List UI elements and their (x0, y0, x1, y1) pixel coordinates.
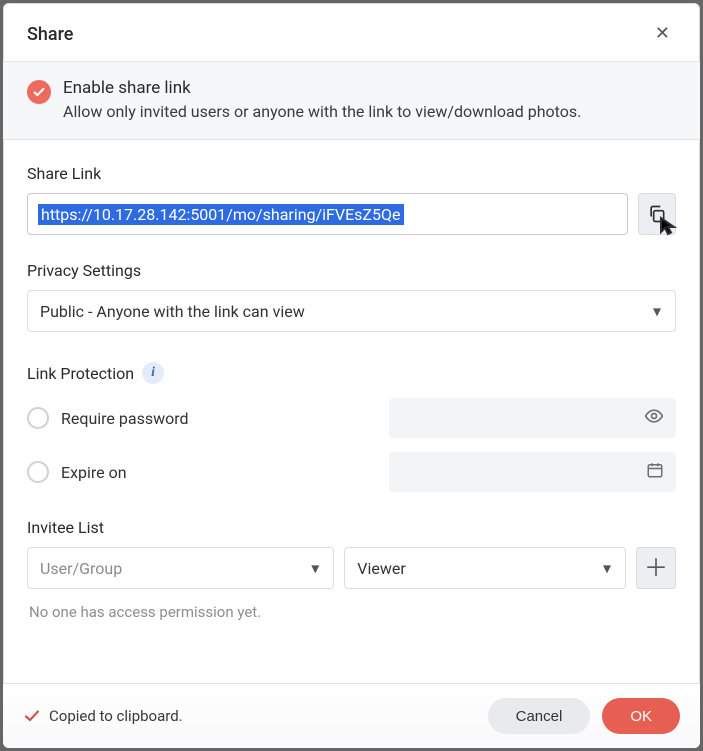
add-invitee-button[interactable]: ＋ (636, 547, 676, 589)
checkmark-icon (23, 707, 41, 725)
share-link-value: https://10.17.28.142:5001/mo/sharing/iFV… (38, 204, 404, 225)
banner-text: Enable share link Allow only invited use… (63, 78, 581, 121)
invitee-section: Invitee List User/Group ▾ Viewer ▾ ＋ No … (27, 518, 676, 635)
toast-text: Copied to clipboard. (49, 707, 183, 725)
cancel-button[interactable]: Cancel (488, 698, 591, 734)
chevron-down-icon: ▾ (311, 559, 319, 578)
checkmark-icon[interactable] (27, 80, 51, 104)
invitee-input-row: User/Group ▾ Viewer ▾ ＋ (27, 547, 676, 589)
user-group-placeholder: User/Group (40, 559, 122, 578)
share-link-input[interactable]: https://10.17.28.142:5001/mo/sharing/iFV… (27, 193, 628, 235)
info-icon[interactable]: i (142, 362, 164, 384)
dialog-header: Share ✕ (3, 3, 700, 61)
plus-icon: ＋ (644, 556, 668, 580)
require-password-row: Require password (27, 398, 676, 438)
close-icon[interactable]: ✕ (649, 21, 676, 47)
password-field[interactable] (389, 398, 676, 438)
expire-on-row: Expire on (27, 452, 676, 492)
privacy-section: Privacy Settings Public - Anyone with th… (27, 261, 676, 332)
eye-icon[interactable] (644, 406, 664, 430)
invitee-empty-note: No one has access permission yet. (27, 603, 676, 635)
invitee-list-label: Invitee List (27, 518, 676, 537)
expire-date-field[interactable] (389, 452, 676, 492)
share-dialog: Share ✕ Enable share link Allow only inv… (3, 3, 700, 748)
privacy-label: Privacy Settings (27, 261, 676, 280)
enable-share-banner: Enable share link Allow only invited use… (3, 61, 700, 140)
user-group-select[interactable]: User/Group ▾ (27, 547, 334, 589)
dialog-title: Share (27, 24, 73, 45)
banner-heading: Enable share link (63, 78, 581, 98)
copy-icon (647, 204, 667, 224)
chevron-down-icon: ▾ (653, 302, 661, 321)
ok-button[interactable]: OK (602, 698, 680, 734)
expire-on-toggle[interactable] (27, 461, 49, 483)
dialog-body: Share Link https://10.17.28.142:5001/mo/… (3, 140, 700, 683)
banner-sub: Allow only invited users or anyone with … (63, 102, 581, 121)
calendar-icon[interactable] (646, 461, 664, 483)
privacy-value: Public - Anyone with the link can view (40, 302, 305, 321)
share-link-label: Share Link (27, 164, 676, 183)
expire-on-label: Expire on (61, 463, 127, 482)
share-link-row: https://10.17.28.142:5001/mo/sharing/iFV… (27, 193, 676, 235)
role-value: Viewer (357, 559, 406, 578)
require-password-toggle[interactable] (27, 407, 49, 429)
require-password-label: Require password (61, 409, 189, 428)
role-select[interactable]: Viewer ▾ (344, 547, 626, 589)
copy-link-button[interactable] (638, 193, 676, 235)
copied-toast: Copied to clipboard. (23, 707, 476, 725)
link-protection-section: Link Protection i Require password Expir (27, 362, 676, 492)
link-protection-label: Link Protection (27, 364, 134, 383)
privacy-select[interactable]: Public - Anyone with the link can view ▾ (27, 290, 676, 332)
dialog-footer: Copied to clipboard. Cancel OK (3, 683, 700, 748)
chevron-down-icon: ▾ (603, 559, 611, 578)
